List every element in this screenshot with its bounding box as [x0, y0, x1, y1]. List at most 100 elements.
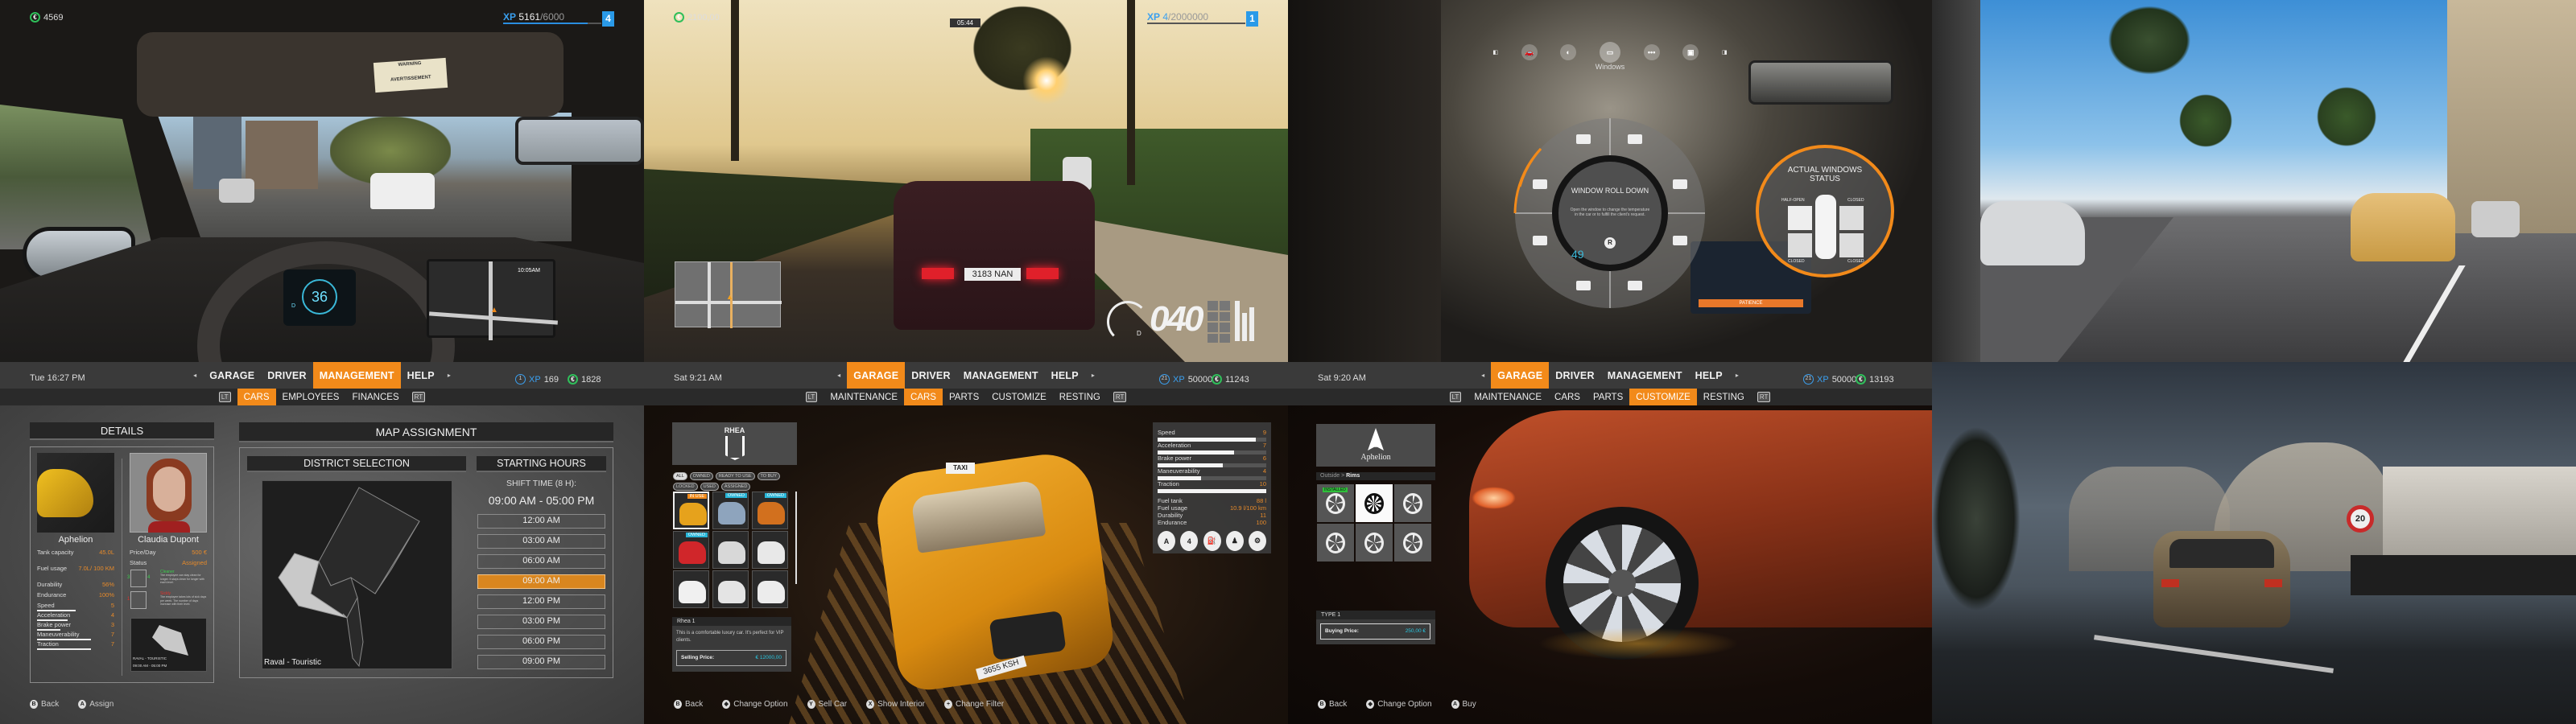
taillight: [2264, 579, 2282, 587]
filter-ready-to-use[interactable]: READY TO USE: [715, 472, 755, 480]
trait-level-next: 4: [147, 575, 151, 580]
sub-tab-maintenance[interactable]: MAINTENANCE: [824, 389, 904, 405]
more-icon[interactable]: •••: [1643, 44, 1660, 60]
hint-show-interior[interactable]: X Show Interior: [866, 700, 925, 709]
sub-tab-cars[interactable]: CARS: [237, 389, 276, 405]
car-thumbnail[interactable]: OWNED: [752, 492, 788, 529]
hour-option[interactable]: 12:00 AM: [477, 514, 605, 529]
hint-assign[interactable]: A Assign: [78, 700, 114, 709]
nav-tab-garage[interactable]: GARAGE: [1491, 362, 1550, 389]
filter-to-buy[interactable]: TO BUY: [757, 472, 780, 480]
car-icon[interactable]: 🚗: [1521, 44, 1538, 60]
hint-change-option[interactable]: ◆ Change Option: [722, 700, 788, 709]
hour-option[interactable]: 09:00 AM: [477, 574, 605, 589]
hint-change-filter[interactable]: + Change Filter: [944, 700, 1004, 709]
nav-tab-driver[interactable]: DRIVER: [261, 362, 312, 389]
hint-back[interactable]: B Back: [674, 700, 703, 709]
bumper-right[interactable]: RT: [1751, 389, 1777, 405]
sub-tab-maintenance[interactable]: MAINTENANCE: [1468, 389, 1548, 405]
sub-tab-cars[interactable]: CARS: [1548, 389, 1587, 405]
bumper-right-icon[interactable]: ◨: [1722, 49, 1728, 56]
sub-tab-customize[interactable]: CUSTOMIZE: [1629, 389, 1697, 405]
euro-icon: €: [30, 12, 40, 23]
car-thumbnail[interactable]: [752, 531, 788, 569]
sub-tab-resting[interactable]: RESTING: [1697, 389, 1751, 405]
nav-tab-management[interactable]: MANAGEMENT: [312, 362, 401, 389]
hour-option[interactable]: 03:00 PM: [477, 615, 605, 629]
gear-indicator: D: [1137, 330, 1141, 337]
sub-tab-customize[interactable]: CUSTOMIZE: [985, 389, 1053, 405]
warning-sticker: WARNING AVERTISSEMENT: [373, 57, 448, 93]
car-thumbnail[interactable]: [712, 570, 749, 608]
district[interactable]: [318, 487, 420, 594]
window-down-icon[interactable]: [1533, 179, 1547, 189]
car-thumbnail[interactable]: OWNED: [673, 531, 709, 569]
car-thumbnail[interactable]: [712, 531, 749, 569]
nav-tab-driver[interactable]: DRIVER: [1549, 362, 1600, 389]
hour-option[interactable]: 06:00 AM: [477, 554, 605, 569]
window-up-icon[interactable]: [1673, 236, 1687, 245]
status-label: Status: [130, 559, 147, 566]
hint-back[interactable]: B Back: [30, 700, 59, 709]
hour-option[interactable]: 09:00 PM: [477, 655, 605, 669]
hour-option[interactable]: 06:00 PM: [477, 635, 605, 649]
car-thumbnail[interactable]: OWNED: [712, 492, 749, 529]
spec-value: 7.0L/ 100 KM: [78, 565, 114, 572]
hint-back[interactable]: B Back: [1318, 700, 1347, 709]
filter-all[interactable]: ALL: [673, 472, 687, 480]
lights-icon[interactable]: ◐: [1560, 44, 1577, 60]
window-up-icon[interactable]: [1628, 134, 1642, 144]
rim-option[interactable]: [1356, 484, 1393, 522]
bumper-right[interactable]: RT: [1107, 389, 1133, 405]
sub-tab-finances[interactable]: FINANCES: [345, 389, 405, 405]
sub-tab-parts[interactable]: PARTS: [1587, 389, 1629, 405]
car-thumbnail[interactable]: [752, 570, 788, 608]
sub-tab-employees[interactable]: EMPLOYEES: [276, 389, 346, 405]
window-down-icon[interactable]: [1628, 281, 1642, 290]
bumper-left[interactable]: LT: [799, 389, 824, 405]
filter-assigned[interactable]: ASSIGNED: [720, 483, 751, 491]
bumper-left[interactable]: LT: [1443, 389, 1468, 405]
hour-option[interactable]: 12:00 PM: [477, 594, 605, 609]
nav-tab-help[interactable]: HELP: [401, 362, 441, 389]
sub-tab-resting[interactable]: RESTING: [1053, 389, 1107, 405]
price-value: 500 €: [192, 549, 207, 556]
bumper-left-icon[interactable]: ◧: [1492, 49, 1498, 56]
window-down-icon[interactable]: [1673, 179, 1687, 189]
rim-option[interactable]: INSTALLED: [1317, 484, 1354, 522]
bumper-right[interactable]: RT: [406, 389, 432, 405]
hint-sell-car[interactable]: Y Sell Car: [807, 700, 847, 709]
radio-icon[interactable]: ▣: [1682, 44, 1699, 60]
sub-tab-parts[interactable]: PARTS: [943, 389, 985, 405]
filter-owned[interactable]: OWNED: [689, 472, 713, 480]
nav-tab-driver[interactable]: DRIVER: [905, 362, 956, 389]
hour-option[interactable]: 03:00 AM: [477, 534, 605, 549]
xp-value: 5161: [518, 11, 541, 23]
breadcrumb-parent[interactable]: Outside >: [1320, 473, 1344, 479]
headlight: [1472, 487, 1516, 509]
nav-tab-management[interactable]: MANAGEMENT: [957, 362, 1045, 389]
bumper-left[interactable]: LT: [213, 389, 237, 405]
rim-option[interactable]: [1317, 524, 1354, 562]
rim-option[interactable]: [1394, 524, 1431, 562]
sub-tab-cars[interactable]: CARS: [904, 389, 943, 405]
window-up-icon[interactable]: [1576, 134, 1591, 144]
district-map[interactable]: Raval - Touristic: [262, 480, 452, 669]
scrollbar[interactable]: [795, 492, 797, 584]
nav-tab-help[interactable]: HELP: [1689, 362, 1729, 389]
nav-tab-help[interactable]: HELP: [1045, 362, 1085, 389]
filter-locked[interactable]: LOCKED: [673, 483, 698, 491]
hint-buy[interactable]: A Buy: [1451, 700, 1476, 709]
window-up-icon[interactable]: [1533, 236, 1547, 245]
hint-change-option[interactable]: ◆ Change Option: [1366, 700, 1432, 709]
filter-used[interactable]: USED: [700, 483, 719, 491]
rim-option[interactable]: [1394, 484, 1431, 522]
rim-option[interactable]: [1356, 524, 1393, 562]
window-icon[interactable]: ▭: [1599, 42, 1620, 63]
window-down-icon[interactable]: [1576, 281, 1591, 290]
nav-tab-garage[interactable]: GARAGE: [847, 362, 906, 389]
car-thumbnail[interactable]: [673, 570, 709, 608]
nav-tab-management[interactable]: MANAGEMENT: [1601, 362, 1689, 389]
car-thumbnail[interactable]: IN USE: [673, 492, 709, 529]
nav-tab-garage[interactable]: GARAGE: [203, 362, 261, 389]
